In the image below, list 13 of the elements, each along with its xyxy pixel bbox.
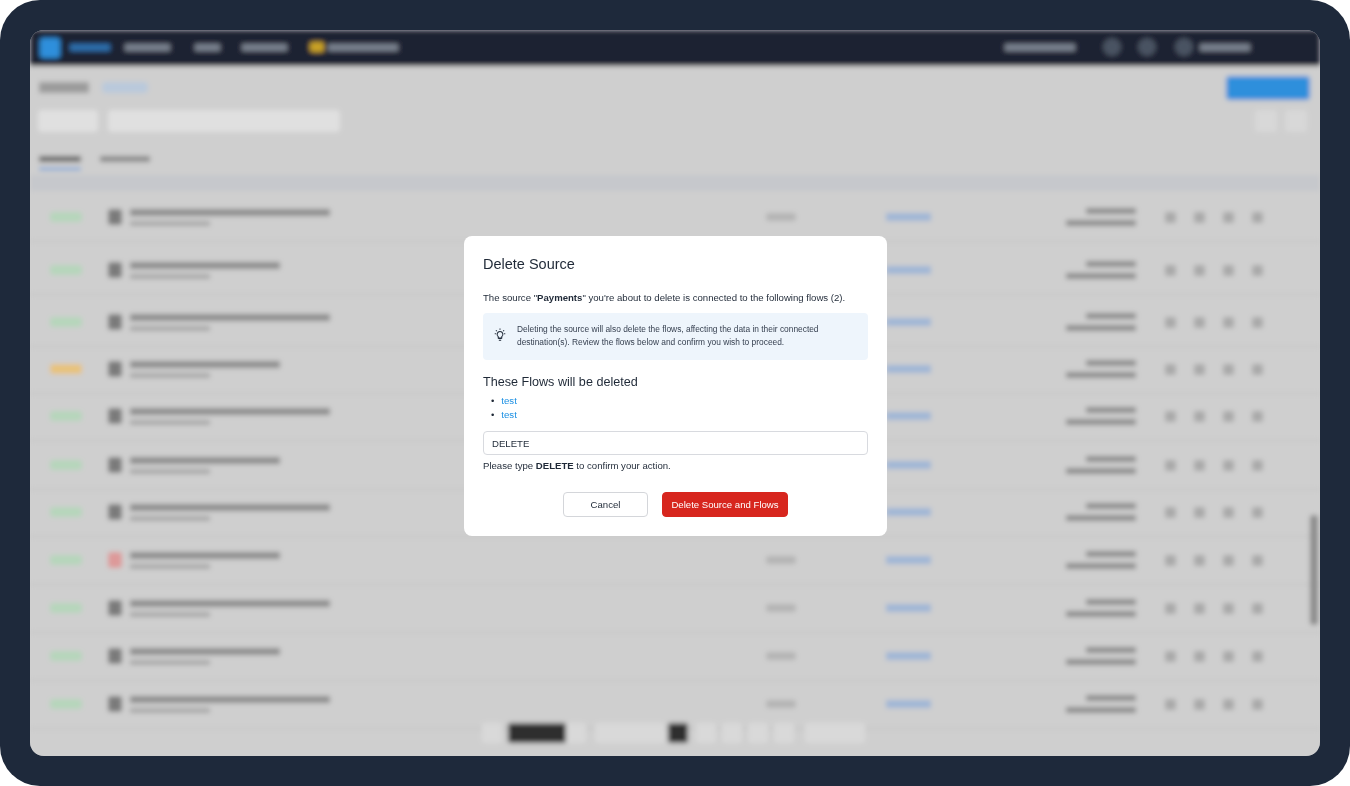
message-text: The source "Payments" you're about to delete is connected to the following flows (2). bbox=[483, 292, 847, 303]
hint-text: Please type DELETE to confirm your action. bbox=[483, 460, 672, 471]
confirm-input-field[interactable]: DELETE bbox=[483, 431, 868, 455]
flow-link[interactable]: test bbox=[501, 408, 517, 422]
section-heading: These Flows will be deleted bbox=[483, 375, 639, 389]
delete-button[interactable]: Delete Source and Flows bbox=[662, 492, 788, 517]
lightbulb-icon bbox=[493, 328, 507, 342]
dialog-title: Delete Source bbox=[483, 256, 576, 272]
bullet-mark: • bbox=[491, 408, 495, 422]
cancel-button[interactable]: Cancel bbox=[563, 492, 648, 517]
flow-link[interactable]: test bbox=[501, 394, 517, 408]
notice-text: Deleting the source will also delete the flows, affecting the data in their connected destination(s). Review the flows below and confirm you wish to proceed. bbox=[517, 323, 820, 349]
bullet-mark: • bbox=[491, 394, 495, 408]
